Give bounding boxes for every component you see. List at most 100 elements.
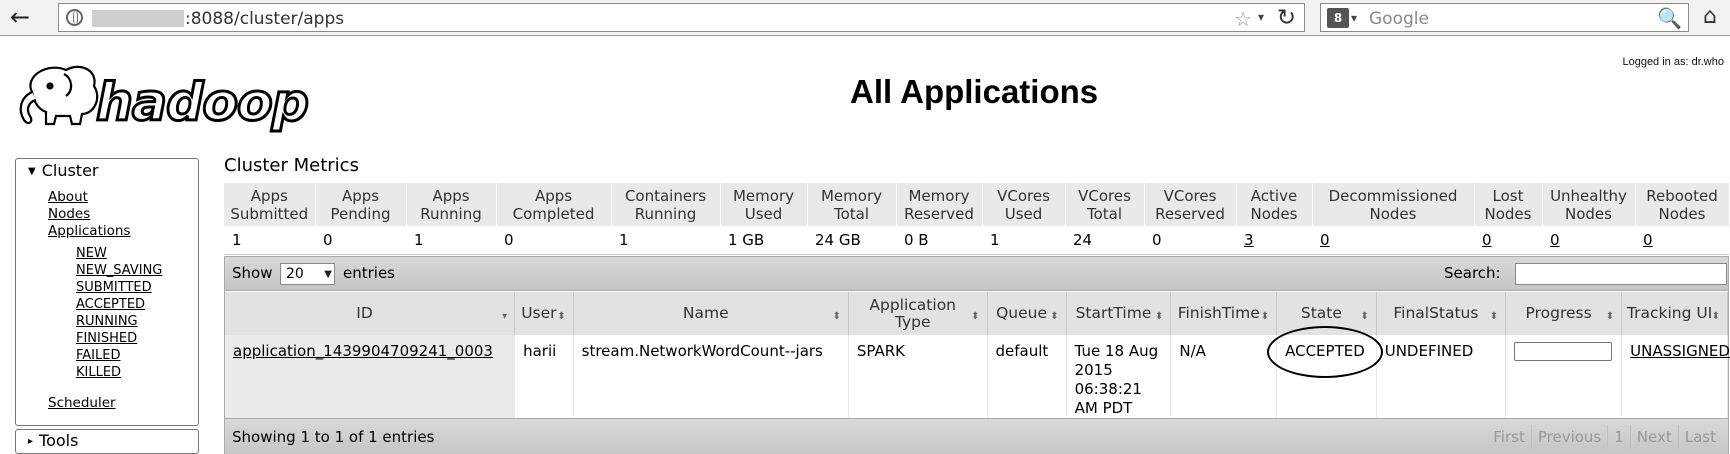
- cluster-nav-panel: ▼ Cluster About Nodes Applications NEW NE…: [15, 158, 199, 426]
- column-header[interactable]: Progress ⬍: [1505, 292, 1623, 335]
- tools-nav-header[interactable]: ▸ Tools: [28, 431, 78, 450]
- sort-icon: ⬍: [1711, 311, 1720, 322]
- app-id-link[interactable]: application_1439904709241_0003: [225, 335, 516, 418]
- column-header-label: Name: [682, 304, 729, 322]
- column-header[interactable]: ID ▾: [225, 292, 516, 335]
- column-header-label: State: [1300, 304, 1342, 322]
- sort-icon: ⬍: [971, 311, 980, 322]
- sort-icon: ⬍: [1605, 311, 1615, 322]
- metric-value: 0: [315, 226, 406, 255]
- globe-icon: [66, 9, 83, 26]
- metric-header-line: Nodes: [1565, 204, 1612, 223]
- metric-value: 0 B: [896, 226, 982, 255]
- metric-header: Lost Nodes: [1474, 183, 1543, 226]
- column-header-label: FinishTime: [1177, 304, 1260, 322]
- sort-icon: ⬍: [557, 311, 566, 322]
- metric-value: 1: [611, 226, 720, 255]
- metric-header-line: Used: [744, 204, 783, 223]
- browser-search-box[interactable]: 8 ▾ Google 🔍: [1320, 3, 1689, 32]
- app-name: stream.NetworkWordCount--jars: [573, 335, 849, 418]
- metric-header-line: Total: [833, 204, 870, 223]
- column-header-label: FinalStatus: [1393, 304, 1479, 322]
- nav-state-new[interactable]: NEW: [76, 246, 107, 261]
- metric-value: 1: [224, 226, 315, 255]
- nav-state-failed[interactable]: FAILED: [76, 348, 120, 363]
- metric-value: 1: [406, 226, 496, 255]
- metric-value: 0: [496, 226, 611, 255]
- column-header[interactable]: Tracking UI ⬍: [1621, 292, 1728, 335]
- hand-drawn-circle: [1267, 326, 1384, 378]
- show-label: Show: [232, 264, 273, 282]
- nav-link-applications[interactable]: Applications: [48, 223, 130, 239]
- showing-entries-text: Showing 1 to 1 of 1 entries: [232, 428, 435, 446]
- nav-link-scheduler[interactable]: Scheduler: [48, 395, 116, 411]
- column-header-label: Type: [894, 312, 931, 331]
- nav-state-finished[interactable]: FINISHED: [76, 331, 137, 346]
- metric-header: Rebooted Nodes: [1635, 183, 1730, 226]
- pager-last-button[interactable]: Last: [1677, 425, 1722, 449]
- tools-nav-panel[interactable]: ▸ Tools: [15, 429, 199, 454]
- sort-icon: ⬍: [1050, 311, 1059, 322]
- metric-header-line: Nodes: [1658, 204, 1706, 223]
- sort-icon: ⬍: [832, 311, 841, 322]
- nav-link-nodes[interactable]: Nodes: [48, 206, 90, 222]
- pager-previous-button[interactable]: Previous: [1530, 425, 1607, 449]
- back-arrow-icon[interactable]: ←: [10, 5, 38, 31]
- metric-header-line: Nodes: [1369, 204, 1417, 223]
- hadoop-wordmark: hadoop: [96, 73, 308, 133]
- table-row: application_1439904709241_0003 harii strea…: [225, 326, 1730, 418]
- nav-link-about[interactable]: About: [48, 189, 88, 205]
- table-toolbar: Show 20 ▼ entries Search:: [225, 257, 1728, 291]
- metric-value-link[interactable]: 0: [1474, 226, 1542, 255]
- cluster-nav-header[interactable]: ▼ Cluster: [28, 161, 99, 180]
- reload-icon[interactable]: ↻: [1277, 5, 1296, 31]
- column-header[interactable]: FinishTime ⬍: [1170, 292, 1278, 335]
- metric-header-line: VCores: [1078, 186, 1131, 205]
- app-finish-time: N/A: [1170, 335, 1278, 418]
- home-icon[interactable]: ⌂: [1703, 4, 1717, 29]
- column-header[interactable]: Name ⬍: [573, 292, 849, 335]
- metric-header-line: Reserved: [904, 204, 974, 223]
- metric-value-link[interactable]: 0: [1312, 226, 1474, 255]
- nav-state-new-saving[interactable]: NEW_SAVING: [76, 263, 162, 278]
- cluster-metrics-table: Apps Submitted Apps Pending Apps Running Apps C…: [224, 183, 1730, 255]
- sort-icon: ⬍: [1360, 311, 1369, 322]
- address-bar[interactable]: :8088/cluster/apps ☆ ▾ ↻: [58, 3, 1305, 32]
- nav-state-submitted[interactable]: SUBMITTED: [76, 280, 152, 295]
- app-state-cell: ACCEPTED: [1267, 326, 1384, 418]
- metric-header-line: Total: [1086, 204, 1123, 223]
- sort-icon: ⬍: [1489, 311, 1499, 322]
- page-length-select[interactable]: 20 ▼: [280, 263, 335, 285]
- column-header-label: Progress: [1525, 304, 1592, 322]
- pager-next-button[interactable]: Next: [1629, 425, 1678, 449]
- chevron-down-icon[interactable]: ▾: [1258, 10, 1264, 24]
- pager-first-button[interactable]: First: [1487, 425, 1531, 449]
- column-header[interactable]: User ⬍: [514, 292, 574, 335]
- column-header[interactable]: FinalStatus ⬍: [1376, 292, 1507, 335]
- bookmark-star-icon[interactable]: ☆: [1234, 7, 1252, 31]
- table-search-input[interactable]: [1515, 263, 1727, 285]
- chevron-down-icon[interactable]: ▾: [1351, 11, 1357, 25]
- metric-value-link[interactable]: 0: [1542, 226, 1635, 255]
- metric-header-line: Containers: [624, 186, 707, 205]
- metric-header-line: Running: [420, 204, 482, 223]
- column-header[interactable]: StartTime ⬍: [1066, 292, 1172, 335]
- metric-header-line: Reserved: [1155, 204, 1225, 223]
- tracking-ui-link[interactable]: UNASSIGNED: [1621, 335, 1730, 418]
- metric-value-link[interactable]: 0: [1635, 226, 1729, 255]
- metric-header: Apps Pending: [315, 183, 407, 226]
- metric-value: 1: [982, 226, 1065, 255]
- column-header[interactable]: Application Type ⬍: [848, 292, 988, 335]
- google-engine-icon[interactable]: 8: [1327, 8, 1349, 28]
- column-header[interactable]: Queue ⬍: [987, 292, 1067, 335]
- nav-state-accepted[interactable]: ACCEPTED: [76, 297, 145, 312]
- nav-state-running[interactable]: RUNNING: [76, 314, 138, 329]
- metric-header: Apps Completed: [496, 183, 612, 226]
- metric-value-link[interactable]: 3: [1236, 226, 1312, 255]
- binoculars-icon[interactable]: 🔍: [1657, 6, 1682, 30]
- metric-header: Memory Total: [807, 183, 897, 226]
- table-footer: Showing 1 to 1 of 1 entries First Previou…: [225, 418, 1728, 454]
- progress-bar: [1514, 342, 1613, 361]
- nav-state-killed[interactable]: KILLED: [76, 365, 121, 380]
- pager-1-button[interactable]: 1: [1607, 425, 1630, 449]
